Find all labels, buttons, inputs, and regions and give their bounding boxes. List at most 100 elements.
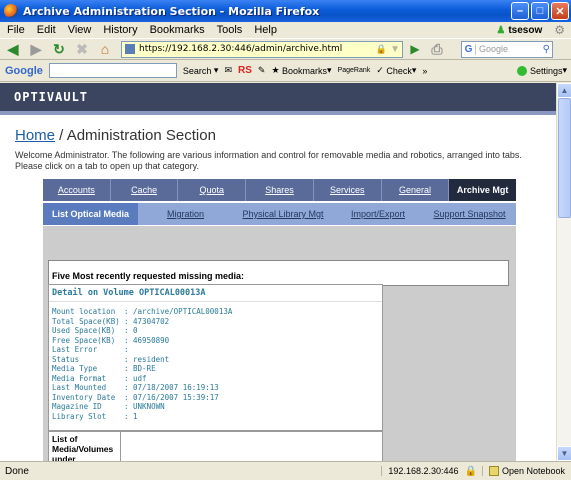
gear-icon[interactable]: ⚙ [554, 23, 565, 37]
pagerank-indicator[interactable]: PageRank [338, 67, 371, 74]
back-button[interactable]: ◀ [3, 40, 23, 58]
site-banner: OPTIVAULT [0, 83, 556, 111]
search-icon[interactable]: ⚲ [543, 44, 550, 55]
page-content: OPTIVAULT Home / Administration Section … [0, 83, 556, 461]
subtab-list-optical-media[interactable]: List Optical Media [43, 203, 138, 225]
pagerank-label: PageRank [337, 67, 371, 74]
subtab-physical-library-mgt[interactable]: Physical Library Mgt [233, 203, 333, 225]
notebook-icon [488, 466, 499, 476]
volume-detail-title: Detail on Volume OPTICAL00013A [49, 285, 382, 302]
tab-archive-mgt[interactable]: Archive Mgt [449, 179, 517, 201]
home-button[interactable]: ⌂ [95, 40, 115, 58]
navigation-toolbar: ◀ ▶ ↻ ✖ ⌂ https://192.168.2.30:446/admin… [0, 38, 571, 60]
detail-value: : 47304702 [124, 316, 170, 326]
search-label: Search [182, 65, 212, 76]
address-url[interactable]: https://192.168.2.30:446/admin/archive.h… [139, 44, 376, 54]
search-box[interactable]: G Google ⚲ [461, 40, 553, 58]
status-lock-icon[interactable]: 🔒 [465, 466, 477, 477]
minimize-button[interactable]: – [511, 2, 529, 20]
subtab-import-export[interactable]: Import/Export [333, 203, 423, 225]
breadcrumb-home-link[interactable]: Home [15, 127, 55, 144]
menu-bookmarks[interactable]: Bookmarks [150, 24, 205, 36]
detail-row: Total Space(KB): 47304702 [52, 317, 379, 327]
tab-shares[interactable]: Shares [246, 179, 314, 201]
open-notebook-button[interactable]: Open Notebook [481, 466, 571, 476]
reload-button[interactable]: ↻ [49, 40, 69, 58]
menu-file[interactable]: File [7, 24, 25, 36]
detail-value: : 07/16/2007 15:39:17 [124, 392, 219, 402]
detail-key: Free Space(KB) [52, 335, 116, 345]
status-bar: Done 192.168.2.30:446 🔒 Open Notebook [0, 461, 571, 480]
forward-button[interactable]: ▶ [26, 40, 46, 58]
settings-icon [516, 65, 527, 76]
breadcrumb: Home / Administration Section [15, 127, 216, 144]
dropdown-icon[interactable]: ▼ [390, 44, 400, 55]
toolbar-overflow-button[interactable]: » [422, 66, 427, 76]
scroll-thumb[interactable] [558, 98, 571, 218]
close-button[interactable]: ✕ [551, 2, 569, 20]
user-indicator[interactable]: ♟ tsesow [496, 25, 542, 36]
menu-help[interactable]: Help [254, 24, 277, 36]
subtab-support-snapshot[interactable]: Support Snapshot [423, 203, 516, 225]
firefox-icon [4, 4, 18, 18]
bookmarks-button[interactable]: ★ Bookmarks ▾ [271, 65, 331, 76]
address-bar[interactable]: https://192.168.2.30:446/admin/archive.h… [121, 40, 403, 58]
menu-history[interactable]: History [103, 24, 137, 36]
lock-icon[interactable]: 🔒 [376, 44, 387, 55]
detail-key: Media Format [52, 373, 107, 383]
detail-value: : /archive/OPTICAL00013A [124, 307, 233, 316]
search-input[interactable]: Google [479, 44, 508, 54]
detail-row: Library Slot: 1 [52, 412, 379, 422]
detail-key: Status [52, 354, 80, 364]
user-icon: ♟ [496, 24, 506, 36]
detail-value: : [124, 345, 129, 354]
settings-button[interactable]: Settings ▾ [516, 65, 567, 76]
detail-row: Status: resident [52, 355, 379, 365]
stop-button[interactable]: ✖ [72, 40, 92, 58]
google-logo[interactable]: Google [5, 65, 43, 77]
scroll-up-button[interactable]: ▲ [557, 83, 571, 98]
notebook-label: Open Notebook [501, 466, 565, 476]
detail-row: Mount location: /archive/OPTICAL00013A [52, 307, 379, 317]
tab-accounts[interactable]: Accounts [43, 179, 111, 201]
detail-row: Magazine ID : UNKNOWN [52, 402, 379, 412]
autofill-icon[interactable]: ✎ [258, 65, 266, 76]
popup-blocker-icon[interactable]: ✉ [224, 65, 232, 76]
breadcrumb-separator: / [55, 127, 67, 144]
detail-key: Magazine ID [52, 402, 102, 411]
menu-tools[interactable]: Tools [217, 24, 243, 36]
tab-services[interactable]: Services [314, 179, 382, 201]
detail-key: Last Mounted [52, 383, 107, 392]
status-host: 192.168.2.30:446 [381, 466, 464, 476]
tab-general[interactable]: General [382, 179, 450, 201]
scroll-down-button[interactable]: ▼ [557, 446, 571, 461]
optivault-logo: OPTIVAULT [14, 90, 89, 104]
tab-cache[interactable]: Cache [111, 179, 179, 201]
subtab-migration[interactable]: Migration [138, 203, 233, 225]
page-title: Administration Section [66, 127, 216, 144]
google-search-input[interactable] [48, 63, 177, 78]
detail-row: Free Space(KB): 46950890 [52, 336, 379, 346]
google-search-button[interactable]: Search ▾ [183, 65, 219, 76]
google-toolbar: Google Search ▾ ✉ RS ✎ ★ Bookmarks ▾ Page… [0, 60, 571, 82]
rs-button[interactable]: RS [238, 65, 252, 76]
menu-edit[interactable]: Edit [37, 24, 56, 36]
banner-divider [0, 111, 556, 115]
welcome-text: Welcome Administrator. The following are… [15, 150, 522, 171]
maximize-button[interactable]: □ [531, 2, 549, 20]
rs-label: RS [238, 65, 252, 76]
go-button[interactable]: ▶ [406, 41, 424, 58]
detail-value: : 1 [124, 411, 138, 421]
detail-key: Used Space(KB) [52, 326, 116, 335]
spellcheck-button[interactable]: ✓ Check ▾ [376, 65, 416, 76]
detail-row: Media Type: BD-RE [52, 364, 379, 374]
detail-value: : UNKNOWN [124, 402, 165, 411]
detail-row: Last Mounted: 07/18/2007 16:19:13 [52, 383, 379, 393]
bookmarks-label: Bookmarks [282, 65, 328, 76]
menu-view[interactable]: View [68, 24, 92, 36]
vertical-scrollbar[interactable]: ▲ ▼ [556, 83, 571, 461]
search-engine-icon[interactable]: G [462, 43, 476, 55]
detail-value: : udf [124, 373, 147, 383]
print-icon[interactable]: ⎙ [427, 40, 447, 58]
tab-quota[interactable]: Quota [178, 179, 247, 201]
